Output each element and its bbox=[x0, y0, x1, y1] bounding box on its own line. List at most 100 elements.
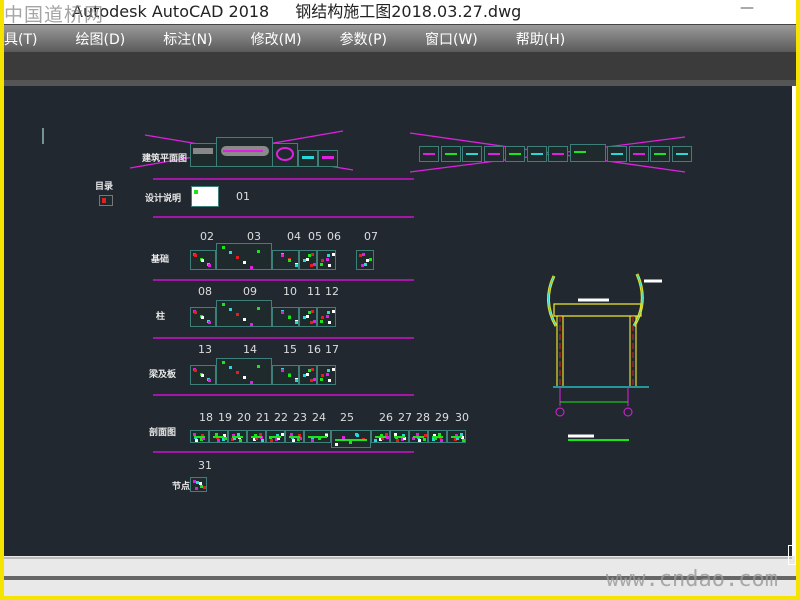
group-label-beam-slab: 梁及板 bbox=[149, 370, 177, 380]
section-sheet[interactable] bbox=[331, 430, 371, 448]
divider bbox=[153, 178, 414, 180]
menu-tools[interactable]: 具(T) bbox=[4, 29, 50, 49]
sheet-number: 15 bbox=[283, 343, 297, 356]
column-sheet[interactable] bbox=[216, 300, 272, 327]
sheet-number: 22 bbox=[274, 411, 288, 424]
sheet-number: 26 bbox=[379, 411, 393, 424]
foundation-sheet[interactable] bbox=[317, 250, 336, 270]
beam_slab-sheet[interactable] bbox=[299, 365, 317, 385]
divider bbox=[153, 451, 414, 453]
group-label-section: 剖面图 bbox=[149, 428, 177, 438]
sheet-number: 05 bbox=[308, 230, 322, 243]
sheet-number: 19 bbox=[218, 411, 232, 424]
section-sheet[interactable] bbox=[428, 430, 447, 443]
plan-strip-sheet[interactable] bbox=[483, 146, 504, 162]
sheet-number: 13 bbox=[198, 343, 212, 356]
sheet-number: 20 bbox=[237, 411, 251, 424]
sheet-number: 02 bbox=[200, 230, 214, 243]
section-sheet[interactable] bbox=[209, 430, 228, 443]
sheet-number: 31 bbox=[198, 459, 212, 472]
section-sheet[interactable] bbox=[304, 430, 331, 443]
group-label-index: 目录 bbox=[95, 182, 114, 192]
sheet-number: 14 bbox=[243, 343, 257, 356]
node-sheet[interactable] bbox=[190, 477, 207, 492]
plan-strip-sheet[interactable] bbox=[671, 146, 692, 162]
sheet-number: 17 bbox=[325, 343, 339, 356]
plan-strip-sheet[interactable] bbox=[526, 146, 547, 162]
section-sheet[interactable] bbox=[371, 430, 390, 443]
menu-dimension[interactable]: 标注(N) bbox=[150, 29, 225, 49]
foundation-sheet[interactable] bbox=[190, 250, 216, 270]
plan-sheet[interactable] bbox=[298, 150, 318, 167]
sheet-number: 24 bbox=[312, 411, 326, 424]
divider bbox=[153, 394, 414, 396]
menu-bar: 具(T) 绘图(D) 标注(N) 修改(M) 参数(P) 窗口(W) 帮助(H) bbox=[4, 25, 796, 52]
divider bbox=[153, 216, 414, 218]
group-label-plan: 建筑平面图 bbox=[142, 154, 188, 164]
title-bar: Autodesk AutoCAD 2018 钢结构施工图2018.03.27.dw… bbox=[4, 0, 796, 25]
drawing-canvas[interactable]: 建筑平面图 目录 设计说明 基础 柱 梁及板 剖面图 节点 01 02 03 04 0… bbox=[4, 86, 792, 556]
plan-strip-sheet[interactable] bbox=[462, 146, 482, 162]
sheet-number: 09 bbox=[243, 285, 257, 298]
plan-sheet[interactable] bbox=[272, 143, 298, 167]
sheet-number: 12 bbox=[325, 285, 339, 298]
section-sheet[interactable] bbox=[228, 430, 247, 443]
section-sheet[interactable] bbox=[390, 430, 409, 443]
sheet-number: 06 bbox=[327, 230, 341, 243]
portal-frame-section bbox=[547, 273, 662, 441]
sheet-number: 03 bbox=[247, 230, 261, 243]
plan-sheet[interactable] bbox=[216, 137, 273, 167]
sheet-number: 27 bbox=[398, 411, 412, 424]
sheet-number: 28 bbox=[416, 411, 430, 424]
sheet-number: 21 bbox=[256, 411, 270, 424]
foundation-sheet[interactable] bbox=[216, 243, 272, 270]
menu-modify[interactable]: 修改(M) bbox=[238, 29, 315, 49]
menu-parametric[interactable]: 参数(P) bbox=[327, 29, 400, 49]
plan-sheet[interactable] bbox=[190, 143, 217, 167]
plan-sheet[interactable] bbox=[318, 150, 338, 167]
file-name: 钢结构施工图2018.03.27.dwg bbox=[295, 2, 522, 21]
plan-strip-sheet[interactable] bbox=[548, 146, 568, 162]
group-label-foundation: 基础 bbox=[151, 255, 170, 265]
plan-strip-sheet[interactable] bbox=[650, 146, 670, 162]
column-sheet[interactable] bbox=[299, 307, 317, 327]
beam_slab-sheet[interactable] bbox=[216, 358, 272, 385]
plan-strip-sheet[interactable] bbox=[569, 144, 606, 162]
beam_slab-sheet[interactable] bbox=[317, 365, 336, 385]
scrollbar-handle[interactable] bbox=[788, 545, 796, 565]
column-sheet[interactable] bbox=[317, 307, 336, 327]
group-label-node: 节点 bbox=[172, 482, 191, 492]
menu-draw[interactable]: 绘图(D) bbox=[62, 29, 138, 49]
plan-strip-sheet[interactable] bbox=[505, 146, 525, 162]
index-sheet-thumbnail[interactable] bbox=[99, 195, 113, 206]
plan-strip-sheet[interactable] bbox=[440, 146, 461, 162]
beam_slab-sheet[interactable] bbox=[190, 365, 216, 385]
plan-strip-sheet[interactable] bbox=[607, 146, 627, 162]
section-sheet[interactable] bbox=[190, 430, 209, 443]
watermark-top: 中国道桥网 bbox=[4, 4, 105, 26]
column-sheet[interactable] bbox=[272, 307, 299, 327]
sheet-number: 01 bbox=[236, 190, 250, 203]
foundation-sheet[interactable] bbox=[299, 250, 317, 270]
menu-window[interactable]: 窗口(W) bbox=[412, 29, 491, 49]
menu-help[interactable]: 帮助(H) bbox=[503, 29, 578, 49]
sheet-number: 18 bbox=[199, 411, 213, 424]
plan-strip-sheet[interactable] bbox=[628, 146, 649, 162]
foundation-sheet[interactable] bbox=[356, 250, 374, 270]
sheet-number: 08 bbox=[198, 285, 212, 298]
section-sheet[interactable] bbox=[266, 430, 285, 443]
sheet-number: 11 bbox=[307, 285, 321, 298]
foundation-sheet[interactable] bbox=[272, 250, 299, 270]
section-sheet[interactable] bbox=[447, 430, 466, 443]
section-sheet[interactable] bbox=[247, 430, 266, 443]
divider bbox=[153, 279, 414, 281]
plan-strip-sheet[interactable] bbox=[419, 146, 439, 162]
column-sheet[interactable] bbox=[190, 307, 216, 327]
design-notes-sheet[interactable] bbox=[191, 186, 219, 207]
beam_slab-sheet[interactable] bbox=[272, 365, 299, 385]
sheet-number: 16 bbox=[307, 343, 321, 356]
sheet-number: 04 bbox=[287, 230, 301, 243]
section-sheet[interactable] bbox=[285, 430, 304, 443]
section-sheet[interactable] bbox=[409, 430, 428, 443]
minimize-button[interactable]: — bbox=[740, 0, 754, 16]
